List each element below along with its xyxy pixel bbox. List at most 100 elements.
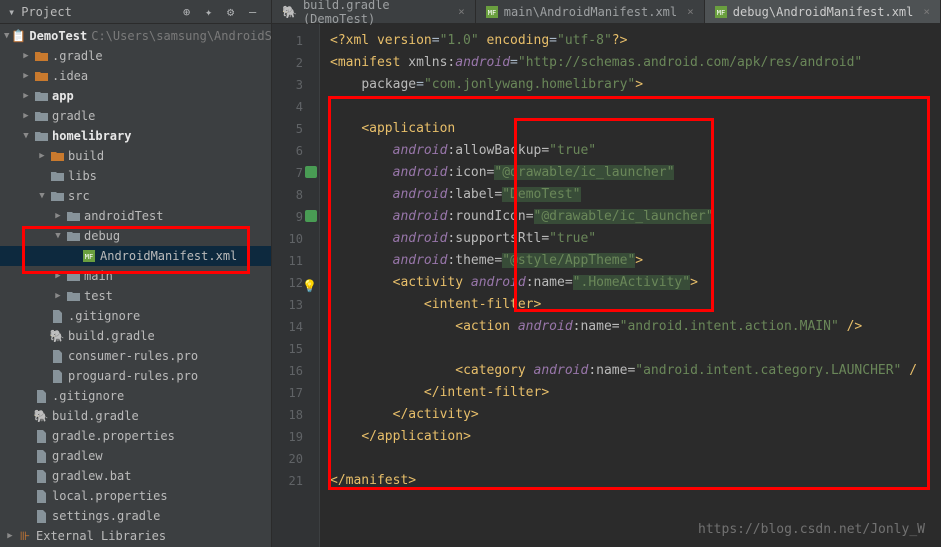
folder-icon: [50, 169, 64, 183]
tree-label: androidTest: [84, 209, 163, 223]
editor-tab[interactable]: MF main\AndroidManifest.xml ×: [476, 0, 705, 23]
tree-spacer: [36, 310, 48, 322]
file-icon: [34, 429, 48, 443]
svg-text:MF: MF: [85, 253, 93, 261]
folder-icon: [34, 109, 48, 123]
tree-row[interactable]: ▼homelibrary: [0, 126, 271, 146]
chevron-down-icon[interactable]: ▼: [52, 230, 64, 242]
chevron-down-icon[interactable]: ▼: [4, 30, 9, 42]
tree-label: consumer-rules.pro: [68, 349, 198, 363]
line-gutter: 123456789101112💡131415161718192021: [272, 24, 320, 547]
resource-badge-icon[interactable]: [305, 210, 317, 222]
tree-row[interactable]: settings.gradle: [0, 506, 271, 526]
tree-label: src: [68, 189, 90, 203]
line-number: 16: [272, 360, 319, 382]
chevron-right-icon[interactable]: ▶: [20, 50, 32, 62]
tree-row[interactable]: 🐘build.gradle: [0, 406, 271, 426]
line-number: 5: [272, 118, 319, 140]
line-number: 1: [272, 30, 319, 52]
tree-row[interactable]: ▶.gradle: [0, 46, 271, 66]
chevron-right-icon[interactable]: ▶: [52, 290, 64, 302]
folder-icon: [50, 189, 64, 203]
folder-icon: [34, 89, 48, 103]
tree-row[interactable]: gradle.properties: [0, 426, 271, 446]
tab-label: main\AndroidManifest.xml: [504, 5, 677, 19]
tree-row[interactable]: local.properties: [0, 486, 271, 506]
tree-row[interactable]: ▶test: [0, 286, 271, 306]
file-icon: [50, 369, 64, 383]
tree-row[interactable]: gradlew.bat: [0, 466, 271, 486]
tree-row[interactable]: ▶app: [0, 86, 271, 106]
code-area: 123456789101112💡131415161718192021 <?xml…: [272, 24, 941, 547]
file-icon: [50, 349, 64, 363]
folder-icon: [66, 209, 80, 223]
project-sidebar: ▾ Project ⊕ ✦ ⚙ — ▼ 📋 DemoTest C:\Users\…: [0, 0, 272, 547]
tree-row[interactable]: ▶gradle: [0, 106, 271, 126]
line-number: 7: [272, 162, 319, 184]
project-path: C:\Users\samsung\AndroidStu: [91, 29, 271, 43]
editor-tab[interactable]: MFdebug\AndroidManifest.xml×: [705, 0, 941, 23]
tree-row[interactable]: .gitignore: [0, 306, 271, 326]
hide-icon[interactable]: —: [249, 5, 263, 19]
chevron-right-icon[interactable]: ▶: [4, 530, 16, 542]
tree-row[interactable]: ▶ androidTest: [0, 206, 271, 226]
sidebar-title: Project: [21, 5, 183, 19]
sidebar-header: ▾ Project ⊕ ✦ ⚙ —: [0, 0, 271, 24]
collapse-icon[interactable]: ▾: [8, 5, 15, 19]
tree-row[interactable]: .gitignore: [0, 386, 271, 406]
tree-row[interactable]: ▼debug: [0, 226, 271, 246]
manifest-icon: MF: [486, 6, 498, 18]
gradle-icon: 🐘: [34, 409, 48, 423]
tree-row[interactable]: proguard-rules.pro: [0, 366, 271, 386]
manifest-icon: MF: [82, 249, 96, 263]
tree-row[interactable]: MFAndroidManifest.xml: [0, 246, 271, 266]
tree-row[interactable]: consumer-rules.pro: [0, 346, 271, 366]
external-libraries[interactable]: ▶ ⊪ External Libraries: [0, 526, 271, 546]
code-content[interactable]: <?xml version="1.0" encoding="utf-8"?> <…: [320, 24, 941, 547]
line-number: 19: [272, 426, 319, 448]
tree-label: main: [84, 269, 113, 283]
chevron-right-icon[interactable]: ▶: [52, 210, 64, 222]
chevron-right-icon[interactable]: ▶: [20, 70, 32, 82]
tree-row[interactable]: ▶ main: [0, 266, 271, 286]
resource-badge-icon[interactable]: [305, 166, 317, 178]
tree-row[interactable]: ▶.idea: [0, 66, 271, 86]
manifest-icon: MF: [715, 6, 727, 18]
close-icon[interactable]: ×: [687, 5, 694, 18]
chevron-right-icon[interactable]: ▶: [52, 270, 64, 282]
tree-label: .gitignore: [52, 389, 124, 403]
chevron-down-icon[interactable]: ▼: [36, 190, 48, 202]
tree-row[interactable]: ▶build: [0, 146, 271, 166]
line-number: 9: [272, 206, 319, 228]
tree-label: proguard-rules.pro: [68, 369, 198, 383]
folder-icon: [66, 229, 80, 243]
target-icon[interactable]: ⊕: [183, 5, 197, 19]
tree-spacer: [20, 410, 32, 422]
line-number: 17: [272, 382, 319, 404]
line-number: 15: [272, 338, 319, 360]
project-tree: ▼ 📋 DemoTest C:\Users\samsung\AndroidStu…: [0, 24, 271, 547]
project-root[interactable]: ▼ 📋 DemoTest C:\Users\samsung\AndroidStu: [0, 26, 271, 46]
folder-icon: [66, 269, 80, 283]
chevron-right-icon[interactable]: ▶: [36, 150, 48, 162]
chevron-right-icon[interactable]: ▶: [20, 90, 32, 102]
tree-row[interactable]: 🐘build.gradle: [0, 326, 271, 346]
editor-tab[interactable]: 🐘build.gradle (DemoTest)×: [272, 0, 476, 23]
close-icon[interactable]: ×: [923, 5, 930, 18]
folder-icon: [34, 69, 48, 83]
line-number: 3: [272, 74, 319, 96]
file-icon: [34, 489, 48, 503]
svg-text:MF: MF: [488, 9, 496, 17]
tree-row[interactable]: gradlew: [0, 446, 271, 466]
tree-row[interactable]: ▼ src: [0, 186, 271, 206]
line-number: 6: [272, 140, 319, 162]
expand-icon[interactable]: ✦: [205, 5, 219, 19]
gear-icon[interactable]: ⚙: [227, 5, 241, 19]
gradle-icon: 🐘: [50, 329, 64, 343]
chevron-down-icon[interactable]: ▼: [20, 130, 32, 142]
line-number: 11: [272, 250, 319, 272]
tree-row[interactable]: libs: [0, 166, 271, 186]
close-icon[interactable]: ×: [458, 5, 465, 18]
chevron-right-icon[interactable]: ▶: [20, 110, 32, 122]
folder-icon: [34, 129, 48, 143]
